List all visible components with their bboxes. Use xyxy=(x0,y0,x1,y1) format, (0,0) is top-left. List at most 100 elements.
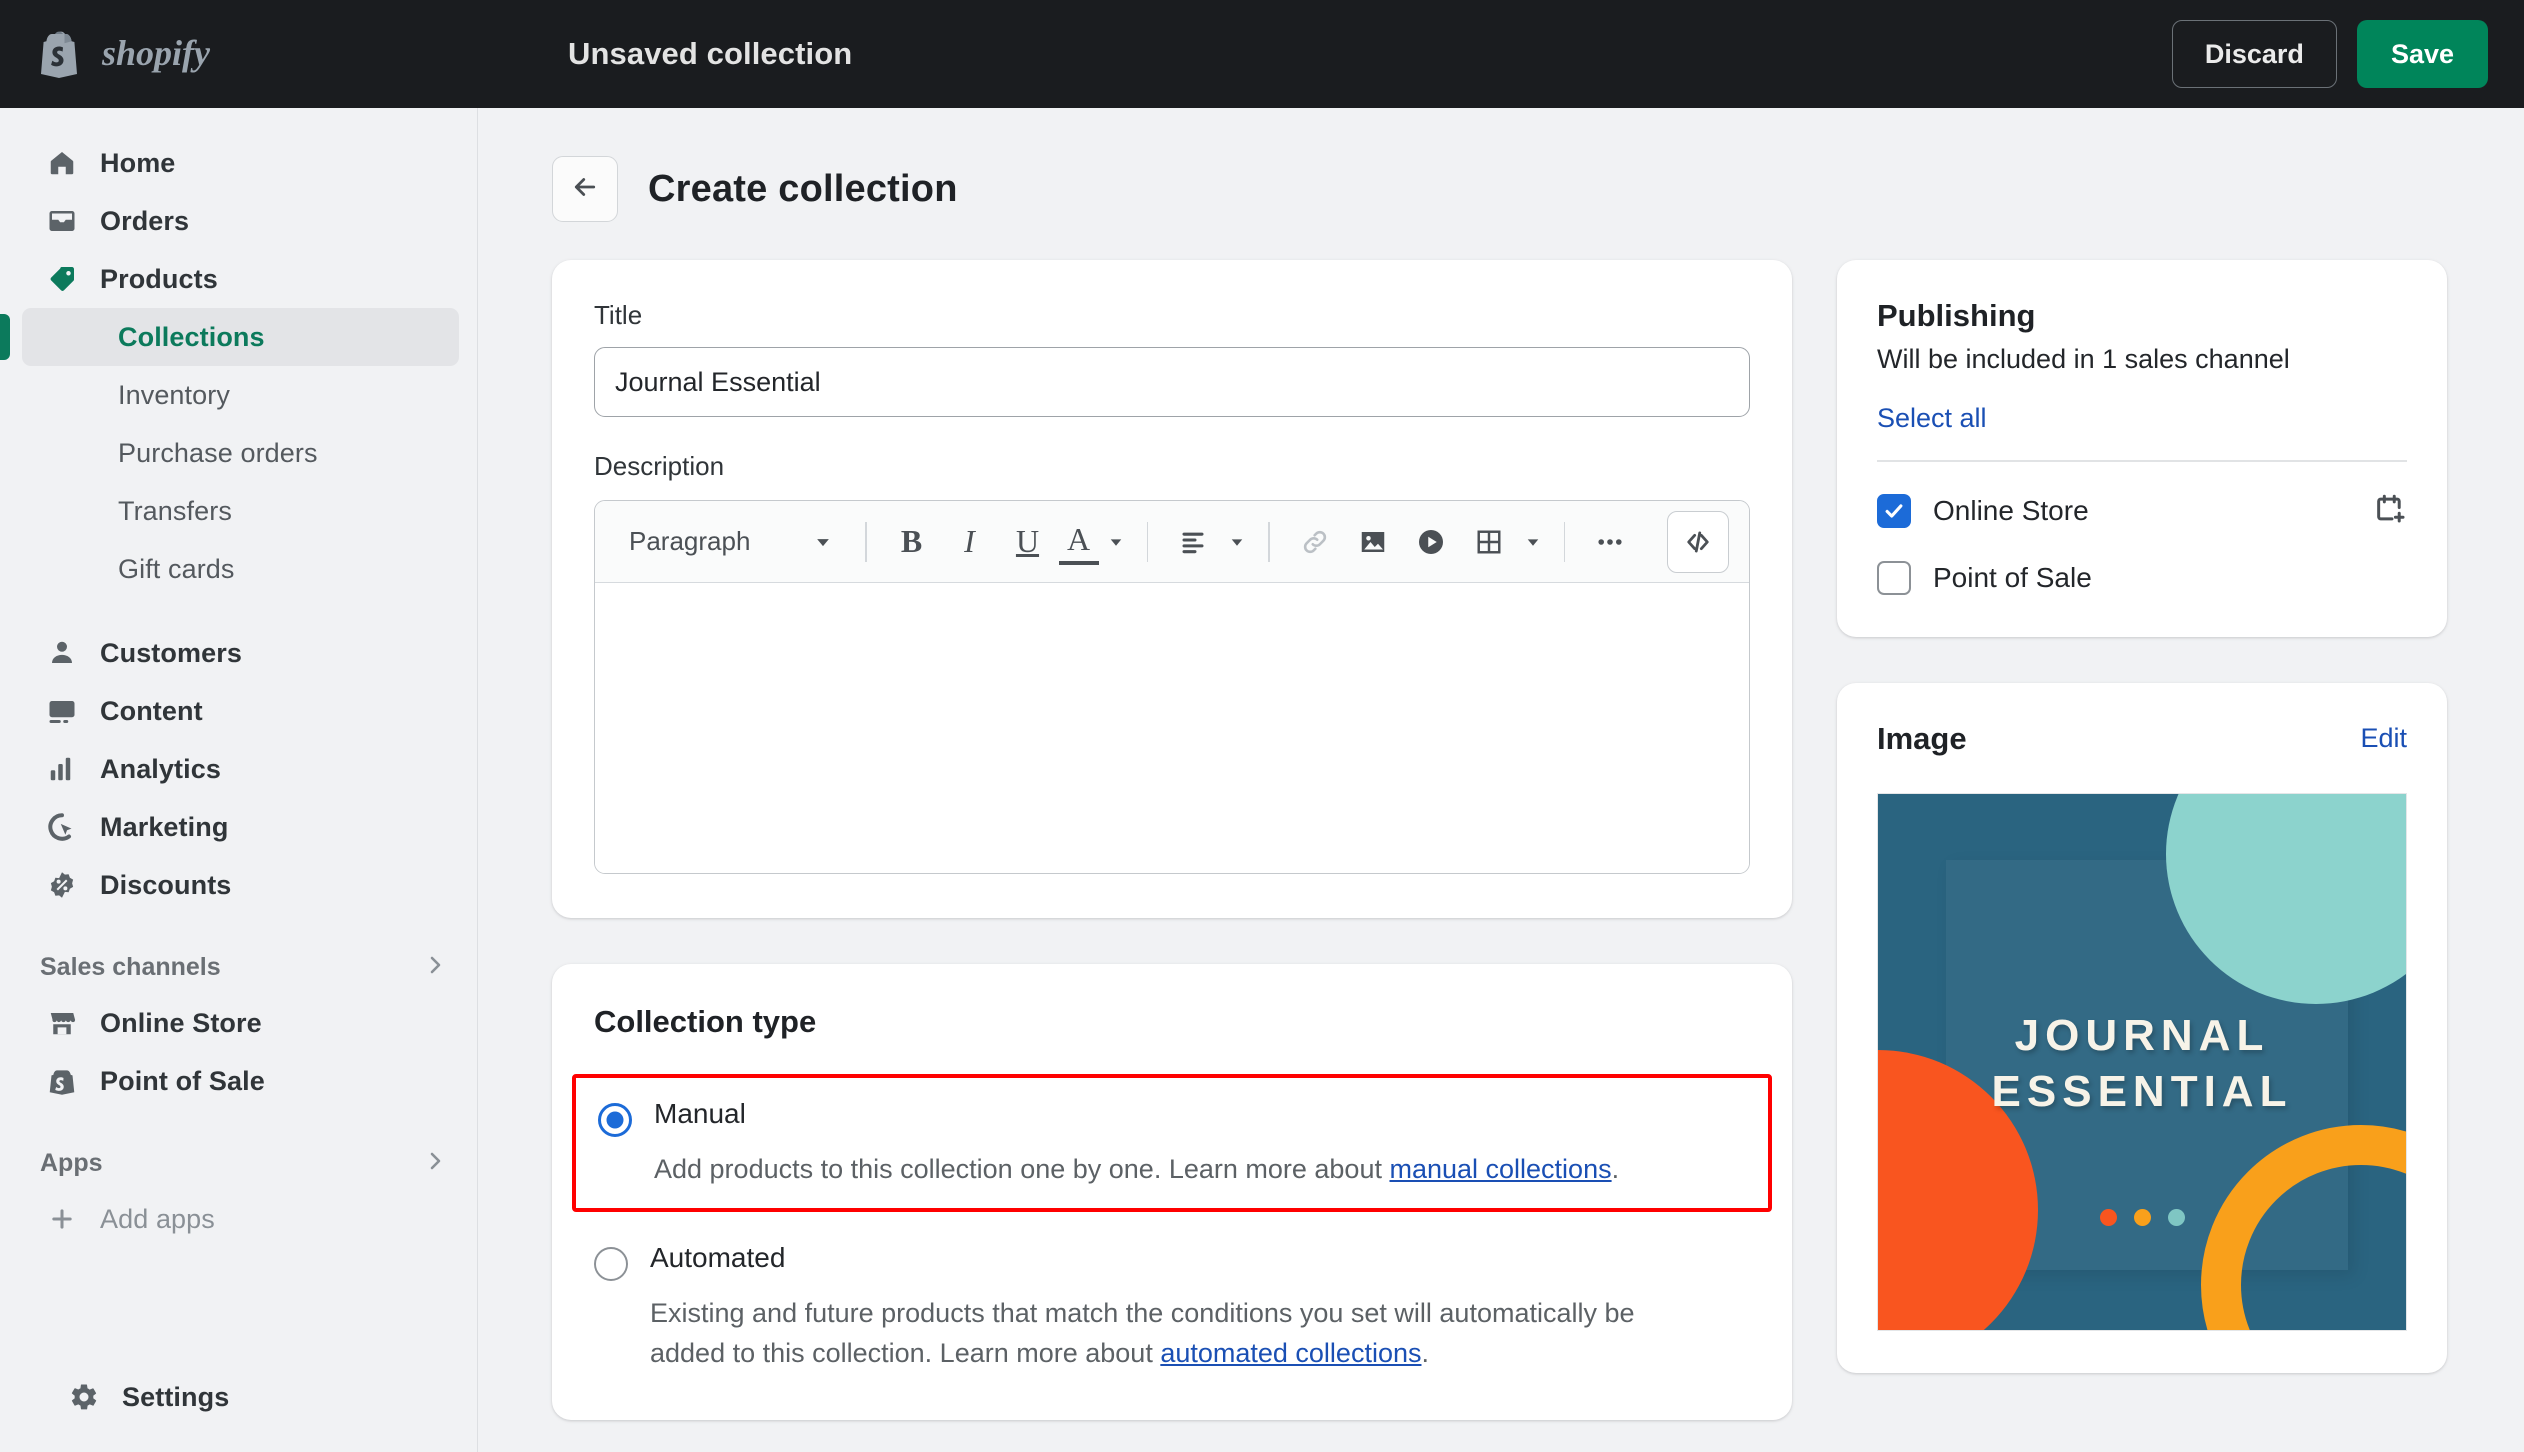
radio-automated[interactable] xyxy=(594,1246,628,1281)
italic-icon[interactable]: I xyxy=(943,515,997,569)
description-editor: Paragraph B I U A xyxy=(594,500,1750,874)
title-input[interactable] xyxy=(594,347,1750,417)
content-icon xyxy=(46,695,78,727)
products-tag-icon xyxy=(46,263,78,295)
text-color-chevron-down-icon[interactable] xyxy=(1103,533,1129,551)
link-icon xyxy=(1288,515,1342,569)
sidebar-item-label: Products xyxy=(100,263,218,294)
sidebar-item-content[interactable]: Content xyxy=(22,682,459,740)
sidebar-item-point-of-sale[interactable]: Point of Sale xyxy=(22,1052,459,1110)
collection-type-option-automated[interactable]: Automated xyxy=(594,1242,1750,1281)
collection-type-heading: Collection type xyxy=(594,1004,817,1039)
collection-type-option-manual[interactable]: Manual xyxy=(598,1098,1746,1137)
sidebar-item-products[interactable]: Products xyxy=(22,250,459,308)
sidebar: Home Orders Products Collections Invento… xyxy=(0,108,478,1452)
marketing-icon xyxy=(46,811,78,843)
top-bar: shopify Unsaved collection Discard Save xyxy=(0,0,2524,108)
content-columns: Title Description Paragraph B I U A xyxy=(552,260,2524,1452)
manual-collections-link[interactable]: manual collections xyxy=(1389,1154,1611,1184)
sidebar-item-inventory[interactable]: Inventory xyxy=(22,366,459,424)
active-indicator xyxy=(0,314,10,360)
text-color-icon[interactable]: A xyxy=(1058,519,1099,565)
toolbar-separator xyxy=(1268,521,1270,562)
left-column: Title Description Paragraph B I U A xyxy=(552,260,1792,1452)
description-field-label: Description xyxy=(594,451,725,481)
sidebar-item-customers[interactable]: Customers xyxy=(22,624,459,682)
toolbar-separator xyxy=(1146,521,1148,562)
channel-label: Point of Sale xyxy=(1933,561,2092,593)
sidebar-item-discounts[interactable]: Discounts xyxy=(22,856,459,914)
sidebar-item-marketing[interactable]: Marketing xyxy=(22,798,459,856)
section-label: Apps xyxy=(40,1148,103,1177)
description-textarea[interactable] xyxy=(595,583,1749,873)
collection-details-card: Title Description Paragraph B I U A xyxy=(552,260,1792,918)
table-chevron-down-icon[interactable] xyxy=(1520,533,1546,551)
thumbnail-text-line2: ESSENTIAL xyxy=(1991,1066,2293,1116)
manual-desc-text: Add products to this collection one by o… xyxy=(654,1154,1390,1184)
sidebar-item-home[interactable]: Home xyxy=(22,134,459,192)
collection-image-thumbnail[interactable]: JOURNAL ESSENTIAL xyxy=(1877,792,2407,1331)
sidebar-item-add-apps[interactable]: Add apps xyxy=(22,1190,459,1248)
sidebar-item-label: Online Store xyxy=(100,1007,262,1038)
sidebar-item-label: Analytics xyxy=(100,753,221,784)
gear-icon xyxy=(68,1381,100,1413)
analytics-icon xyxy=(46,753,78,785)
toolbar-separator xyxy=(1563,521,1565,562)
pos-bag-icon xyxy=(46,1065,78,1097)
calendar-plus-icon[interactable] xyxy=(2373,492,2407,531)
orders-icon xyxy=(46,205,78,237)
image-edit-link[interactable]: Edit xyxy=(2360,723,2407,754)
image-icon[interactable] xyxy=(1346,515,1400,569)
sidebar-item-analytics[interactable]: Analytics xyxy=(22,740,459,798)
block-format-select[interactable]: Paragraph xyxy=(615,516,847,568)
checkbox-online-store[interactable] xyxy=(1877,494,1911,528)
sidebar-section-sales-channels[interactable]: Sales channels xyxy=(40,940,447,994)
sidebar-item-purchase-orders[interactable]: Purchase orders xyxy=(22,424,459,482)
channel-row-online-store[interactable]: Online Store xyxy=(1877,492,2407,531)
select-all-link[interactable]: Select all xyxy=(1877,403,2407,434)
sidebar-item-label: Inventory xyxy=(118,379,230,410)
underline-icon[interactable]: U xyxy=(1001,515,1055,569)
thumbnail-dot-1 xyxy=(2099,1208,2117,1226)
sidebar-item-settings[interactable]: Settings xyxy=(44,1368,441,1426)
video-icon[interactable] xyxy=(1404,515,1458,569)
thumbnail-text-line1: JOURNAL xyxy=(2014,1010,2270,1060)
toolbar-separator xyxy=(865,521,867,562)
section-label: Sales channels xyxy=(40,952,221,981)
sidebar-item-online-store[interactable]: Online Store xyxy=(22,994,459,1052)
automated-desc-text: Existing and future products that match … xyxy=(650,1297,1635,1369)
automated-collections-link[interactable]: automated collections xyxy=(1160,1338,1421,1368)
sidebar-item-transfers[interactable]: Transfers xyxy=(22,482,459,540)
align-icon[interactable] xyxy=(1166,515,1220,569)
align-chevron-down-icon[interactable] xyxy=(1224,533,1250,551)
sidebar-item-gift-cards[interactable]: Gift cards xyxy=(22,540,459,598)
radio-manual[interactable] xyxy=(598,1103,632,1137)
image-card: Image Edit JOURNAL ESSENTIAL xyxy=(1837,682,2447,1373)
top-bar-actions: Discard Save xyxy=(2171,20,2488,88)
more-icon[interactable] xyxy=(1583,515,1637,569)
storefront-icon xyxy=(46,1007,78,1039)
code-view-icon[interactable] xyxy=(1667,510,1729,573)
checkbox-point-of-sale[interactable] xyxy=(1877,560,1911,595)
bold-icon[interactable]: B xyxy=(885,515,939,569)
unsaved-collection-title: Unsaved collection xyxy=(568,36,853,71)
channel-row-point-of-sale[interactable]: Point of Sale xyxy=(1877,560,2407,595)
manual-option-highlight: Manual Add products to this collection o… xyxy=(572,1074,1772,1212)
sidebar-item-label: Home xyxy=(100,147,176,178)
thumbnail-text: JOURNAL ESSENTIAL xyxy=(1878,1008,2406,1121)
sidebar-item-collections[interactable]: Collections xyxy=(0,308,459,366)
table-icon[interactable] xyxy=(1462,515,1516,569)
title-field-label: Title xyxy=(594,300,643,330)
shopify-logo[interactable]: shopify xyxy=(38,30,248,78)
back-button[interactable] xyxy=(552,156,618,222)
save-button[interactable]: Save xyxy=(2356,20,2488,88)
sidebar-section-apps[interactable]: Apps xyxy=(40,1136,447,1190)
arrow-left-icon xyxy=(570,172,600,207)
page-title: Create collection xyxy=(648,167,958,210)
main-content: Create collection Title Description Para… xyxy=(479,108,2524,1452)
discounts-icon xyxy=(46,869,78,901)
sidebar-item-orders[interactable]: Orders xyxy=(22,192,459,250)
sidebar-item-label: Customers xyxy=(100,637,242,668)
chevron-right-icon xyxy=(423,1149,447,1178)
discard-button[interactable]: Discard xyxy=(2171,20,2337,88)
